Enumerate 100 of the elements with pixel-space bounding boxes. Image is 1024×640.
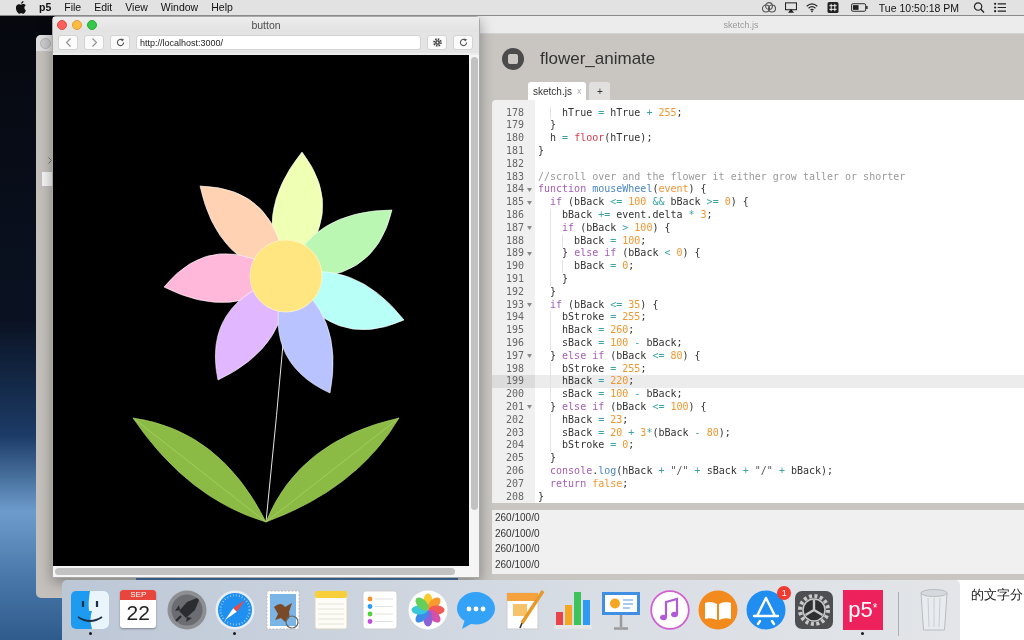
pinwheel-icon[interactable] [408, 590, 449, 630]
file-tab[interactable]: sketch.js x [528, 82, 587, 100]
line-number: 178 [505, 106, 524, 120]
window-title: sketch.js [723, 19, 759, 30]
gear-icon[interactable] [794, 590, 835, 630]
line-number: 192 [505, 285, 524, 299]
close-button[interactable] [57, 19, 67, 30]
code-line: bStroke = 255; [562, 362, 647, 376]
music-note-icon[interactable] [649, 590, 690, 630]
reload-button[interactable] [110, 35, 130, 50]
back-button[interactable] [58, 35, 78, 50]
wifi-icon[interactable] [805, 2, 818, 13]
scrollbar-thumb[interactable] [55, 568, 455, 575]
line-number: 205 [505, 452, 524, 465]
code-line: hBack = 220; [562, 375, 635, 389]
code-line: } [550, 119, 557, 133]
line-number: 202 [505, 413, 524, 427]
window-title: button [251, 18, 281, 31]
line-number: 198 [505, 362, 524, 376]
search-icon[interactable] [973, 2, 985, 13]
code-line: hBack = 260; [562, 324, 635, 337]
list-icon[interactable] [994, 2, 1006, 13]
fold-arrow-icon[interactable] [527, 354, 532, 359]
menu-item[interactable]: View [125, 1, 148, 14]
chat-bubble-icon[interactable] [456, 590, 497, 630]
chevron-right-icon [91, 38, 97, 47]
zoom-button[interactable] [87, 19, 97, 30]
url-field[interactable]: http://localhost:3000/ [136, 35, 421, 50]
line-number: 207 [505, 477, 524, 491]
stop-icon [508, 54, 518, 64]
fold-arrow-icon[interactable] [527, 302, 532, 307]
file-tab[interactable]: + [589, 82, 611, 100]
calendar-icon[interactable]: SEP 22 [120, 590, 157, 628]
console-line: 260/100/0 [495, 511, 540, 525]
line-number: 179 [505, 119, 524, 133]
code-line: return false; [550, 477, 629, 491]
document-pen-icon[interactable] [504, 590, 545, 630]
document-text: 的文字分 [971, 587, 1023, 602]
compass-icon[interactable] [214, 590, 255, 630]
fold-arrow-icon[interactable] [527, 200, 532, 205]
menu-item[interactable]: File [64, 1, 82, 14]
line-number: 188 [505, 234, 524, 248]
code-line: } else if (bBack < 0) { [562, 247, 701, 261]
presentation-board-icon[interactable] [601, 590, 642, 630]
letter-a-icon[interactable] [746, 590, 787, 630]
battery-icon[interactable] [850, 3, 868, 12]
line-number: 187 [505, 221, 524, 235]
fold-arrow-icon[interactable] [527, 251, 532, 256]
rocket-icon[interactable] [166, 590, 207, 630]
notification-badge: 1 [777, 586, 792, 600]
line-number: 193 [505, 298, 524, 312]
fold-arrow-icon[interactable] [527, 226, 532, 231]
line-number: 201 [505, 400, 524, 414]
smiling-face-icon[interactable] [70, 590, 110, 630]
checklist-icon[interactable] [359, 590, 400, 630]
line-number: 196 [505, 336, 524, 350]
stop-button[interactable] [502, 48, 524, 70]
reload-button[interactable] [453, 35, 473, 50]
line-number: 200 [505, 388, 524, 401]
code-line: } [538, 145, 545, 158]
menu-item[interactable]: p5 [39, 1, 52, 14]
scrollbar-track[interactable] [469, 55, 479, 566]
gear-icon [432, 38, 442, 47]
apple-icon[interactable] [16, 1, 26, 14]
fold-arrow-icon[interactable] [527, 187, 532, 192]
line-number: 181 [505, 145, 524, 158]
line-number: 199 [505, 375, 524, 389]
menu-item[interactable]: Help [211, 1, 233, 14]
code-line: } else if (bBack <= 80) { [550, 349, 701, 363]
code-line: //scroll over and the flower it either grow taller or shorter [538, 170, 906, 184]
code-line: sBack = 100 - bBack; [562, 388, 683, 401]
code-line: } else if (bBack <= 100) { [550, 400, 707, 414]
forward-button[interactable] [84, 35, 104, 50]
bar-chart-icon[interactable] [552, 590, 593, 630]
chevron-left-icon [65, 38, 71, 47]
scrollbar-thumb[interactable] [470, 57, 478, 510]
code-line: if (bBack <= 100 && bBack >= 0) { [550, 196, 749, 209]
p5-app-tile[interactable]: p5$^{*}$ [842, 590, 883, 630]
code-line: } [538, 490, 545, 503]
menu-item[interactable]: Edit [94, 1, 113, 14]
line-number: 184 [505, 183, 524, 197]
code-line: h = floor(hTrue); [550, 132, 653, 145]
swirl-icon[interactable] [761, 2, 776, 13]
code-line: if (bBack > 100) { [562, 221, 671, 235]
fold-arrow-icon[interactable] [527, 405, 532, 410]
code-line: bBack += event.delta * 3; [562, 208, 713, 222]
clock-text[interactable]: Tue 10:50:18 PM [878, 1, 959, 14]
code-line: bBack = 100; [574, 234, 647, 248]
display-icon[interactable] [784, 2, 797, 13]
settings-button[interactable] [427, 35, 447, 50]
console-line: 260/100/0 [495, 526, 540, 541]
chevron-right-icon[interactable] [48, 157, 52, 164]
menu-item[interactable]: Window [160, 1, 199, 14]
scrollbar-track[interactable] [53, 566, 479, 577]
console-line: 260/100/0 [495, 542, 540, 557]
open-book-icon[interactable] [697, 590, 738, 630]
calendar-month: SEP [130, 590, 147, 600]
grid-square-icon[interactable] [826, 2, 839, 13]
minimize-button[interactable] [72, 19, 82, 30]
code-line: } [562, 272, 569, 286]
